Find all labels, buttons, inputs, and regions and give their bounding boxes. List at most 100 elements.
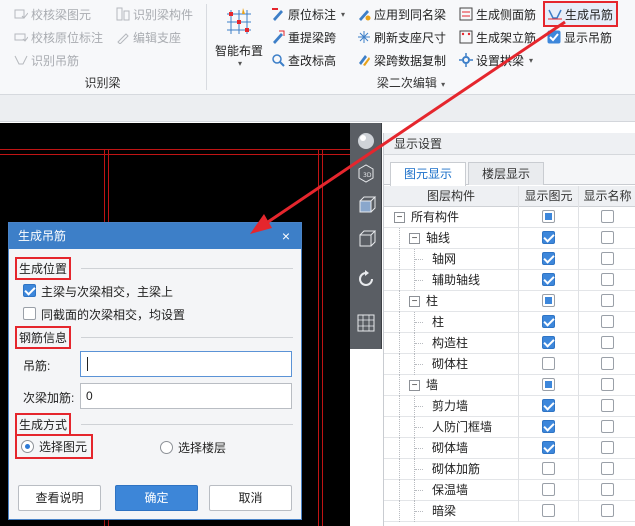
tab-floor-display[interactable]: 楼层显示	[468, 162, 544, 185]
column-header: 显示图元	[519, 186, 579, 207]
show-name-checkbox[interactable]	[601, 357, 614, 371]
edit-elevation-button[interactable]: 查改标高	[271, 50, 336, 70]
show-name-checkbox[interactable]	[601, 210, 614, 224]
orbit-sphere-button[interactable]	[353, 129, 379, 155]
tree-line	[399, 270, 400, 291]
tree-line	[399, 417, 400, 438]
rotate-view-button[interactable]	[353, 267, 379, 293]
show-name-checkbox[interactable]	[601, 420, 614, 434]
collapse-toggle-icon[interactable]: −	[409, 296, 420, 307]
show-element-checkbox[interactable]	[542, 231, 555, 245]
show-element-checkbox[interactable]	[542, 315, 555, 329]
collapse-toggle-icon[interactable]: −	[394, 212, 405, 223]
cancel-button[interactable]: 取消	[209, 485, 292, 511]
show-element-checkbox[interactable]	[542, 420, 555, 434]
option-same-section[interactable]: 同截面的次梁相交，均设置	[23, 306, 185, 323]
dialog-title-bar[interactable]: 生成吊筋 ×	[9, 223, 301, 249]
show-name-checkbox[interactable]	[601, 462, 614, 476]
table-row[interactable]: 剪力墙	[384, 396, 635, 417]
ok-button[interactable]: 确定	[115, 485, 198, 511]
table-row[interactable]: 暗梁	[384, 501, 635, 522]
refresh-support-button[interactable]: 刷新支座尺寸	[357, 27, 446, 47]
show-element-checkbox[interactable]	[542, 378, 555, 392]
table-row[interactable]: − 柱	[384, 291, 635, 312]
show-element-checkbox[interactable]	[542, 210, 555, 224]
table-row[interactable]: 辅助轴线	[384, 270, 635, 291]
check-annotation-button[interactable]: 校核原位标注	[14, 27, 103, 47]
show-element-checkbox[interactable]	[542, 252, 555, 266]
smart-layout-button[interactable]: 智能布置 ▾	[211, 4, 267, 72]
section-generate-position: 生成位置	[14, 257, 72, 280]
show-hanger-button[interactable]: 显示吊筋	[547, 27, 612, 47]
table-row[interactable]: 砌体墙	[384, 438, 635, 459]
view-3d-button[interactable]: 3D	[353, 161, 379, 187]
table-row[interactable]: 砌体加筋	[384, 459, 635, 480]
column-header: 显示名称	[583, 189, 632, 203]
show-name-checkbox[interactable]	[601, 441, 614, 455]
show-name-checkbox[interactable]	[601, 399, 614, 413]
show-name-checkbox[interactable]	[601, 294, 614, 308]
edit-support-button[interactable]: 编辑支座	[116, 27, 181, 47]
secondary-beam-rebar-input[interactable]: 0	[80, 383, 292, 409]
view-cube-top-button[interactable]	[353, 193, 379, 219]
radio-select-floor[interactable]: 选择楼层	[160, 439, 226, 456]
view-cube-front-button[interactable]	[353, 227, 379, 253]
recognize-hanger-button[interactable]: 识别吊筋	[14, 50, 79, 70]
help-button[interactable]: 查看说明	[18, 485, 101, 511]
hanger-input[interactable]	[80, 351, 292, 377]
show-name-checkbox[interactable]	[601, 315, 614, 329]
collapse-toggle-icon[interactable]: −	[409, 380, 420, 391]
collapse-toggle-icon[interactable]: −	[409, 233, 420, 244]
radio-select-element[interactable]: 选择图元	[14, 434, 94, 459]
annotation-button[interactable]: 原位标注 ▾	[271, 4, 345, 24]
radio-selected[interactable]	[21, 440, 34, 453]
show-name-checkbox[interactable]	[601, 483, 614, 497]
show-element-checkbox[interactable]	[542, 336, 555, 350]
grid-line	[0, 149, 350, 150]
arch-beam-button[interactable]: 设置拱梁 ▾	[459, 50, 533, 70]
side-rebar-button[interactable]: 生成侧面筋	[459, 4, 536, 24]
table-row[interactable]: − 墙	[384, 375, 635, 396]
option-main-beam[interactable]: 主梁与次梁相交，主梁上	[23, 283, 173, 300]
copy-span-data-button[interactable]: 梁跨数据复制	[357, 50, 446, 70]
erection-rebar-button[interactable]: 生成架立筋	[459, 27, 536, 47]
show-name-checkbox[interactable]	[601, 336, 614, 350]
reextract-span-button[interactable]: 重提梁跨	[271, 27, 336, 47]
generate-hanger-dialog: 生成吊筋 × 生成位置 主梁与次梁相交，主梁上 同截面的次梁相交，均设置 钢筋信…	[8, 222, 302, 520]
checkbox-unchecked[interactable]	[23, 307, 36, 320]
show-element-checkbox[interactable]	[542, 357, 555, 371]
show-name-checkbox[interactable]	[601, 231, 614, 245]
recognize-beam-component-button[interactable]: 识别梁构件	[116, 4, 193, 24]
show-name-checkbox[interactable]	[601, 273, 614, 287]
table-row[interactable]: − 所有构件	[384, 207, 635, 228]
layer-name-cell: 保温墙	[384, 480, 519, 501]
show-element-checkbox[interactable]	[542, 462, 555, 476]
hanger-rebar-button[interactable]: 生成吊筋	[542, 1, 619, 27]
show-name-checkbox[interactable]	[601, 378, 614, 392]
radio-unselected[interactable]	[160, 441, 173, 454]
show-element-checkbox[interactable]	[542, 483, 555, 497]
show-element-checkbox[interactable]	[542, 294, 555, 308]
show-name-checkbox[interactable]	[601, 252, 614, 266]
checkbox-checked[interactable]	[23, 284, 36, 297]
table-row[interactable]: 人防门框墙	[384, 417, 635, 438]
apply-same-name-button[interactable]: 应用到同名梁	[357, 4, 446, 24]
table-row[interactable]: 构造柱	[384, 333, 635, 354]
check-beam-button[interactable]: 校核梁图元	[14, 4, 91, 24]
layer-name: 辅助轴线	[432, 273, 481, 287]
show-element-checkbox[interactable]	[542, 441, 555, 455]
show-element-checkbox[interactable]	[542, 504, 555, 518]
table-row[interactable]: 轴网	[384, 249, 635, 270]
tree-branch	[415, 406, 423, 407]
tab-element-display[interactable]: 图元显示	[390, 162, 466, 186]
table-row[interactable]: 保温墙	[384, 480, 635, 501]
tree-line	[399, 291, 400, 312]
table-row[interactable]: − 轴线	[384, 228, 635, 249]
close-icon[interactable]: ×	[279, 223, 293, 249]
view-grid-button[interactable]	[353, 311, 379, 337]
table-row[interactable]: 柱	[384, 312, 635, 333]
show-element-checkbox[interactable]	[542, 399, 555, 413]
show-name-checkbox[interactable]	[601, 504, 614, 518]
show-element-checkbox[interactable]	[542, 273, 555, 287]
table-row[interactable]: 砌体柱	[384, 354, 635, 375]
